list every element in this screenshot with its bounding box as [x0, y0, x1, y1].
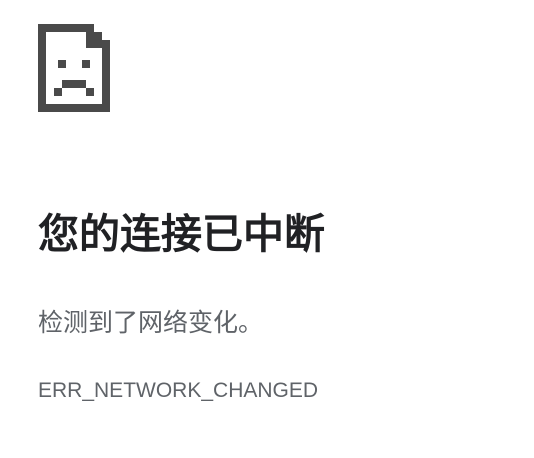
error-code[interactable]: ERR_NETWORK_CHANGED	[38, 377, 318, 405]
sad-page-icon	[38, 24, 110, 112]
error-page: 您的连接已中断 检测到了网络变化。 ERR_NETWORK_CHANGED	[0, 0, 534, 458]
error-title: 您的连接已中断	[38, 210, 325, 258]
error-message: 检测到了网络变化。	[38, 308, 264, 337]
